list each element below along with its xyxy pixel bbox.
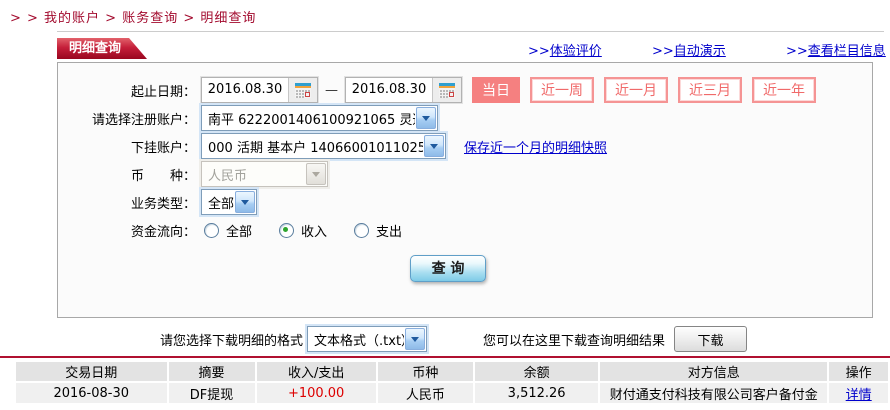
radio-icon[interactable] (279, 223, 294, 238)
chevron-down-icon[interactable] (416, 107, 436, 129)
cell-balance: 3,512.26 (475, 383, 598, 403)
query-form-panel: 起止日期： 2016.08.30 (57, 62, 873, 318)
fund-flow-row: 资金流向： 全部 收入 支出 (58, 216, 872, 244)
start-date-value[interactable]: 2016.08.30 (202, 78, 288, 102)
download-row: 请您选择下载明细的格式 文本格式（.txt） 您可以在这里下载查询明细结果 下载 (0, 325, 890, 353)
tab-label: 明细查询 (69, 41, 121, 56)
link-view-column-info[interactable]: >>查看栏目信息 (786, 40, 886, 59)
header-balance: 余额 (475, 362, 598, 381)
detail-link[interactable]: 详情 (846, 388, 872, 403)
cell-currency: 人民币 (378, 383, 473, 403)
link-experience-review[interactable]: >>体验评价 (528, 40, 602, 59)
double-arrow-icon: >> (786, 44, 808, 59)
chevron-down-icon[interactable] (235, 191, 255, 213)
biz-type-value: 全部 (202, 193, 234, 212)
link-label: 体验评价 (550, 44, 602, 59)
transaction-table: 交易日期 摘要 收入/支出 币种 余额 对方信息 操作 2016-08-30 D… (14, 360, 890, 405)
query-button-row: 查 询 (58, 254, 872, 282)
fund-flow-option-0[interactable]: 全部 (204, 221, 252, 240)
link-auto-demo[interactable]: >>自动演示 (652, 40, 726, 59)
cell-trade-date: 2016-08-30 (16, 383, 167, 403)
fund-flow-option-label: 支出 (376, 221, 402, 240)
download-format-select[interactable]: 文本格式（.txt） (307, 326, 427, 352)
fund-flow-option-2[interactable]: 支出 (354, 221, 402, 240)
date-range-row: 起止日期： 2016.08.30 (58, 76, 872, 104)
link-label: 查看栏目信息 (808, 44, 886, 59)
date-separator: — (325, 83, 338, 98)
detail-query-page: > > 我的账户 > 账务查询 > 明细查询 明细查询 >>体验评价 >>自动演… (0, 0, 890, 410)
fund-flow-option-label: 全部 (226, 221, 252, 240)
header-summary: 摘要 (169, 362, 255, 381)
sub-account-select[interactable]: 000 活期 基本户 1406600101102571848 (201, 133, 446, 159)
sub-account-row: 下挂账户： 000 活期 基本户 1406600101102571848 保存近… (58, 132, 872, 160)
radio-icon[interactable] (354, 223, 369, 238)
quick-range-month-button[interactable]: 近一月 (604, 77, 668, 103)
currency-select: 人民币 (201, 161, 328, 187)
cell-action: 详情 (829, 383, 888, 403)
quick-range-week-button[interactable]: 近一周 (530, 77, 594, 103)
double-arrow-icon: >> (528, 44, 550, 59)
chevron-down-icon[interactable] (405, 328, 425, 350)
table-row: 2016-08-30 DF提现 +100.00 人民币 3,512.26 财付通… (16, 383, 888, 403)
calendar-icon[interactable] (432, 78, 461, 102)
sub-account-value: 000 活期 基本户 1406600101102571848 (202, 137, 423, 156)
link-label: 自动演示 (674, 44, 726, 59)
start-date-field[interactable]: 2016.08.30 (201, 77, 318, 103)
currency-label: 币 种： (58, 165, 196, 184)
double-arrow-icon: >> (652, 44, 674, 59)
cell-counterparty: 财付通支付科技有限公司客户备付金 (600, 383, 827, 403)
currency-row: 币 种： 人民币 (58, 160, 872, 188)
biz-type-select[interactable]: 全部 (201, 189, 257, 215)
register-account-label: 请选择注册账户： (58, 109, 196, 128)
chevron-down-icon (306, 163, 326, 185)
fund-flow-option-label: 收入 (301, 221, 327, 240)
quick-range-3months-button[interactable]: 近三月 (678, 77, 742, 103)
fund-flow-group: 全部 收入 支出 (204, 221, 429, 240)
quick-range-year-button[interactable]: 近一年 (752, 77, 816, 103)
header-action: 操作 (829, 362, 888, 381)
register-account-row: 请选择注册账户： 南平 6222001406100921065 灵通卡 (58, 104, 872, 132)
radio-icon[interactable] (204, 223, 219, 238)
download-hint: 您可以在这里下载查询明细结果 (483, 330, 665, 349)
tab-detail-query[interactable]: 明细查询 (57, 38, 147, 59)
biz-type-label: 业务类型： (58, 193, 196, 212)
currency-value: 人民币 (202, 165, 305, 184)
end-date-field[interactable]: 2016.08.30 (345, 77, 462, 103)
query-button[interactable]: 查 询 (410, 255, 486, 282)
cell-summary: DF提现 (169, 383, 255, 403)
header-amount: 收入/支出 (257, 362, 376, 381)
cell-amount: +100.00 (257, 383, 376, 403)
end-date-value[interactable]: 2016.08.30 (346, 78, 432, 102)
table-top-rule (0, 356, 890, 358)
download-button[interactable]: 下载 (674, 326, 747, 352)
register-account-select[interactable]: 南平 6222001406100921065 灵通卡 (201, 105, 438, 131)
download-format-label: 请您选择下载明细的格式 (160, 330, 303, 349)
quick-range-today-button[interactable]: 当日 (472, 77, 520, 103)
register-account-value: 南平 6222001406100921065 灵通卡 (202, 109, 415, 128)
calendar-icon[interactable] (288, 78, 317, 102)
table-header-row: 交易日期 摘要 收入/支出 币种 余额 对方信息 操作 (16, 362, 888, 381)
fund-flow-label: 资金流向： (58, 221, 196, 240)
fund-flow-option-1[interactable]: 收入 (279, 221, 327, 240)
chevron-down-icon[interactable] (424, 135, 444, 157)
download-format-value: 文本格式（.txt） (308, 330, 404, 349)
divider (57, 31, 884, 32)
save-snapshot-link[interactable]: 保存近一个月的明细快照 (464, 137, 607, 156)
biz-type-row: 业务类型： 全部 (58, 188, 872, 216)
header-trade-date: 交易日期 (16, 362, 167, 381)
header-counterparty: 对方信息 (600, 362, 827, 381)
breadcrumb: > > 我的账户 > 账务查询 > 明细查询 (10, 7, 256, 26)
header-currency: 币种 (378, 362, 473, 381)
sub-account-label: 下挂账户： (58, 137, 196, 156)
date-range-label: 起止日期： (58, 81, 196, 100)
